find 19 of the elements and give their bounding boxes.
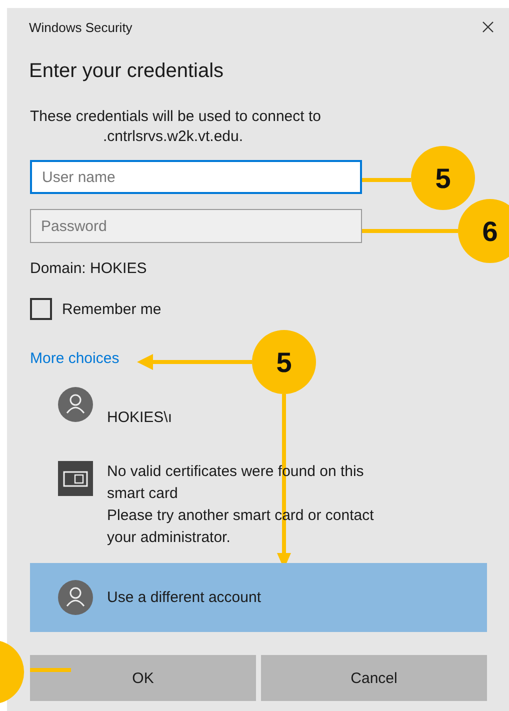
username-field[interactable]: User name (30, 160, 362, 194)
account-option[interactable]: Use a different account (30, 563, 487, 632)
callout-marker (0, 641, 71, 703)
window-title: Windows Security (29, 20, 132, 34)
ok-button[interactable]: OK (30, 655, 256, 701)
remember-label: Remember me (62, 300, 162, 318)
close-icon[interactable] (482, 21, 494, 33)
user-avatar-icon (58, 580, 93, 615)
domain-label: Domain: HOKIES (30, 260, 148, 277)
more-choices-link[interactable]: More choices (30, 350, 120, 367)
smart-card-icon (58, 461, 93, 496)
remember-checkbox[interactable] (30, 298, 52, 320)
account-text: HOKIES\ı (107, 408, 172, 428)
cancel-button[interactable]: Cancel (261, 655, 487, 701)
dialog-heading: Enter your credentials (29, 59, 225, 83)
password-field[interactable]: Password (30, 209, 362, 243)
user-avatar-icon (58, 387, 93, 422)
description-text: These credentials will be used to connect to .cntrlsrvs.w2k.vt.edu. (30, 107, 322, 147)
account-text: Use a different account (107, 588, 261, 608)
